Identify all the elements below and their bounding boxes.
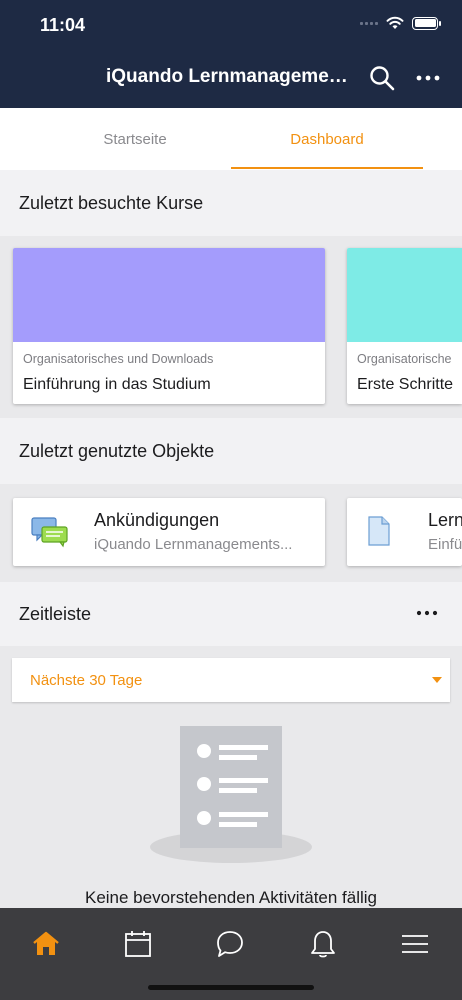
section-recent-objects: Zuletzt genutzte Objekte <box>0 418 462 484</box>
object-subtitle: Einfü <box>428 536 462 553</box>
course-card[interactable]: Organisatorische Erste Schritte <box>347 248 462 404</box>
tab-dashboard[interactable]: Dashboard <box>231 108 423 170</box>
calendar-icon <box>125 931 151 957</box>
timeline-more-icon[interactable] <box>412 600 442 626</box>
wifi-icon <box>386 16 404 29</box>
course-name: Erste Schritte <box>357 376 454 393</box>
section-timeline: Zeitleiste <box>0 582 462 646</box>
notifications-icon <box>311 931 335 958</box>
messages-icon <box>217 931 243 957</box>
course-banner <box>13 248 325 342</box>
app-title: iQuando Lernmanagement... <box>106 66 358 87</box>
search-icon[interactable] <box>368 64 396 92</box>
timeline-filter-value: Nächste 30 Tage <box>30 672 143 689</box>
forum-icon <box>31 517 68 548</box>
empty-state-text: Keine bevorstehenden Aktivitäten fällig <box>84 888 378 907</box>
object-title: Lern <box>428 510 462 530</box>
object-title: Ankündigungen <box>94 510 220 530</box>
status-icons <box>360 16 441 30</box>
course-card[interactable]: Organisatorisches und Downloads Einführu… <box>13 248 325 404</box>
object-card[interactable]: Ankündigungen iQuando Lernmanagements... <box>13 498 325 566</box>
home-indicator[interactable] <box>148 985 314 990</box>
course-category: Organisatorische <box>357 352 452 366</box>
course-category: Organisatorisches und Downloads <box>23 352 214 366</box>
nav-notifications[interactable] <box>306 928 340 960</box>
timeline-filter-select[interactable]: Nächste 30 Tage <box>12 658 450 702</box>
signal-icon <box>360 21 378 25</box>
home-icon <box>33 931 59 955</box>
course-banner <box>347 248 462 342</box>
empty-list-icon <box>150 726 312 863</box>
nav-home[interactable] <box>29 928 63 960</box>
tab-startseite[interactable]: Startseite <box>40 108 230 170</box>
nav-menu[interactable] <box>398 928 432 960</box>
status-time: 11:04 <box>40 15 86 35</box>
bottom-navigation <box>0 908 462 1000</box>
menu-icon <box>402 935 428 953</box>
active-tab-indicator <box>231 167 423 169</box>
course-name: Einführung in das Studium <box>23 376 211 393</box>
battery-icon <box>412 16 441 30</box>
chevron-down-icon <box>432 677 442 683</box>
file-icon <box>368 516 390 546</box>
section-recent-courses: Zuletzt besuchte Kurse <box>0 170 462 236</box>
nav-calendar[interactable] <box>121 928 155 960</box>
object-subtitle: iQuando Lernmanagements... <box>94 536 293 553</box>
tab-bar: Startseite Dashboard <box>0 108 462 170</box>
app-header: 11:04 iQuando Lernmanagement... <box>0 0 462 108</box>
nav-messages[interactable] <box>213 928 247 960</box>
object-card[interactable]: Lern Einfü <box>347 498 462 566</box>
more-options-icon[interactable] <box>414 64 442 92</box>
